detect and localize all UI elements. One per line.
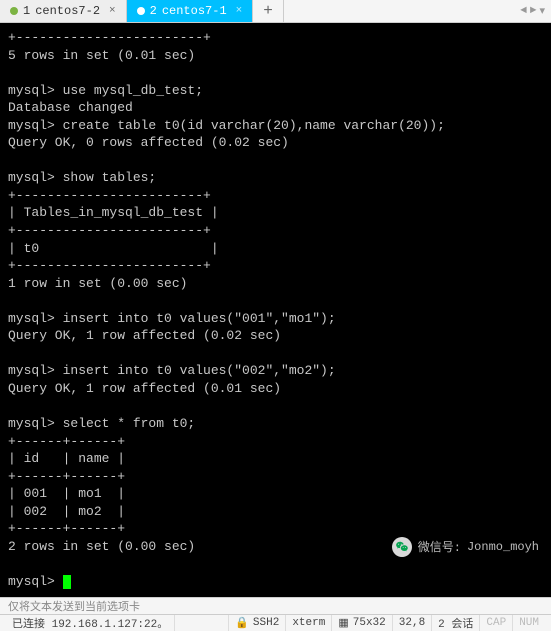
status-size: ▦ 75x32 bbox=[332, 615, 392, 631]
status-term: xterm bbox=[286, 615, 332, 631]
tab-prev-icon[interactable]: ◄ bbox=[520, 5, 527, 17]
tab-bar: 1 centos7-2 × 2 centos7-1 × + ◄ ► ▾ bbox=[0, 0, 551, 23]
status-dot-icon bbox=[10, 7, 18, 15]
status-dot-icon bbox=[137, 7, 145, 15]
tab-label: centos7-2 bbox=[35, 4, 100, 18]
grid-icon: ▦ bbox=[338, 616, 348, 630]
watermark: 微信号: Jonmo_moyh bbox=[392, 537, 539, 557]
tab-index: 2 bbox=[150, 4, 157, 18]
status-bar: 已连接 192.168.1.127:22。 🔒 SSH2 xterm ▦ 75x… bbox=[0, 614, 551, 631]
lock-icon: 🔒 bbox=[235, 616, 249, 630]
tab-list-icon[interactable]: ▾ bbox=[539, 4, 545, 18]
send-bar[interactable]: 仅将文本发送到当前选项卡 bbox=[0, 597, 551, 614]
status-sessions: 2 会话 bbox=[432, 615, 480, 631]
status-connection: 已连接 192.168.1.127:22。 bbox=[6, 615, 175, 631]
watermark-id: Jonmo_moyh bbox=[467, 540, 539, 554]
status-cap: CAP bbox=[480, 615, 513, 631]
close-icon[interactable]: × bbox=[236, 5, 243, 17]
status-ssh: 🔒 SSH2 bbox=[229, 615, 286, 631]
send-hint: 仅将文本发送到当前选项卡 bbox=[8, 598, 140, 614]
close-icon[interactable]: × bbox=[109, 5, 116, 17]
tab-label: centos7-1 bbox=[162, 4, 227, 18]
wechat-icon bbox=[392, 537, 412, 557]
status-num: NUM bbox=[513, 615, 545, 631]
new-tab-button[interactable]: + bbox=[253, 0, 284, 22]
tab-index: 1 bbox=[23, 4, 30, 18]
status-pos: 32,8 bbox=[393, 615, 432, 631]
tab-next-icon[interactable]: ► bbox=[530, 5, 537, 17]
watermark-prefix: 微信号: bbox=[418, 538, 461, 555]
tab-nav: ◄ ► ▾ bbox=[520, 4, 551, 18]
tab-centos7-2[interactable]: 1 centos7-2 × bbox=[0, 0, 127, 22]
terminal-output[interactable]: +------------------------+ 5 rows in set… bbox=[0, 23, 551, 597]
cursor bbox=[63, 575, 71, 589]
tab-centos7-1[interactable]: 2 centos7-1 × bbox=[127, 0, 254, 22]
